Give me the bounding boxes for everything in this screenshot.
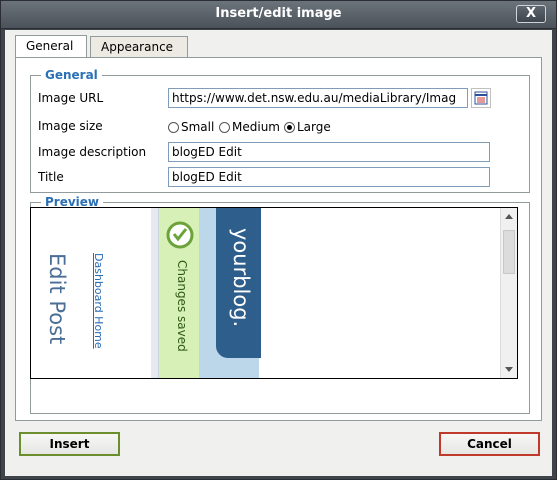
- image-url-input[interactable]: https://www.det.nsw.edu.au/mediaLibrary/…: [168, 88, 468, 108]
- general-tab-panel: General Image URL https://www.det.nsw.ed…: [15, 57, 542, 421]
- image-size-label: Image size: [38, 119, 103, 133]
- preview-scrollbar[interactable]: [500, 208, 517, 378]
- browse-button[interactable]: [471, 88, 491, 108]
- size-medium-radio[interactable]: Medium: [219, 120, 280, 134]
- tab-appearance[interactable]: Appearance: [90, 36, 188, 58]
- yourblog-text: yourblog.: [229, 228, 253, 328]
- scrollbar-thumb[interactable]: [503, 230, 515, 274]
- size-small-label: Small: [181, 120, 215, 134]
- size-medium-label: Medium: [232, 120, 280, 134]
- edit-post-text: Edit Post: [45, 253, 69, 345]
- tab-general[interactable]: General: [15, 35, 87, 59]
- title-label: Title: [38, 170, 64, 184]
- radio-dot: [168, 121, 179, 133]
- scroll-up-arrow-icon[interactable]: [505, 214, 513, 219]
- dialog-title: Insert/edit image: [215, 6, 342, 21]
- image-description-input[interactable]: blogED Edit: [168, 142, 490, 162]
- preview-area[interactable]: Edit Post Dashboard Home Changes saved y…: [30, 207, 518, 379]
- preview-image: Edit Post Dashboard Home Changes saved y…: [31, 208, 261, 378]
- dialog-content: General Appearance General Image URL htt…: [5, 30, 552, 476]
- general-fieldset: General Image URL https://www.det.nsw.ed…: [30, 68, 530, 193]
- close-button[interactable]: X: [516, 5, 546, 23]
- radio-dot: [219, 121, 230, 133]
- dashboard-home-link: Dashboard Home: [92, 253, 105, 349]
- browse-icon: [474, 91, 488, 105]
- general-legend: General: [41, 68, 102, 82]
- radio-dot-selected: [284, 121, 295, 133]
- title-input[interactable]: blogED Edit: [168, 167, 490, 187]
- preview-divider: [151, 208, 159, 378]
- title-bar[interactable]: Insert/edit image X: [1, 1, 556, 29]
- scroll-down-arrow-icon[interactable]: [505, 367, 513, 372]
- size-large-radio[interactable]: Large: [284, 120, 331, 134]
- changes-saved-text: Changes saved: [175, 260, 189, 352]
- cancel-button[interactable]: Cancel: [439, 432, 540, 456]
- image-url-label: Image URL: [38, 91, 104, 105]
- checkmark-icon: [166, 221, 194, 249]
- insert-image-dialog: Insert/edit image X General Appearance G…: [0, 0, 557, 480]
- size-large-label: Large: [297, 120, 331, 134]
- size-small-radio[interactable]: Small: [168, 120, 214, 134]
- image-description-label: Image description: [38, 145, 147, 159]
- insert-button[interactable]: Insert: [19, 432, 120, 456]
